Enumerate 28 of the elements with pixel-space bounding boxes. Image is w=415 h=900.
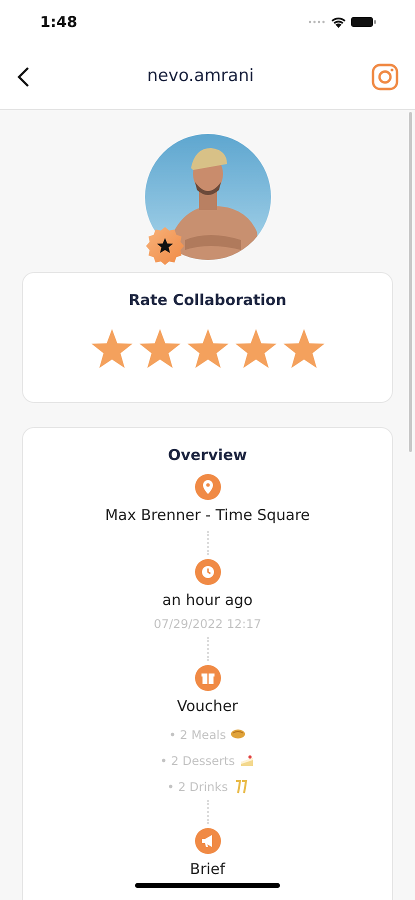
voucher-item-text: • 2 Desserts <box>160 752 235 770</box>
time-icon <box>194 558 220 584</box>
battery-icon <box>351 16 377 28</box>
status-time: 1:48 <box>40 12 78 33</box>
back-icon[interactable] <box>16 66 30 88</box>
wifi-icon <box>330 16 347 28</box>
timestamp-text: 07/29/2022 12:17 <box>154 616 262 633</box>
star-icon[interactable] <box>282 328 326 370</box>
timeline-text: an hour ago <box>162 590 253 610</box>
profile-username: nevo.amrani <box>147 64 254 88</box>
dessert-icon <box>238 753 255 768</box>
rating-title: Rate Collaboration <box>128 290 286 311</box>
location-icon <box>194 474 220 500</box>
star-badge-icon <box>144 226 184 266</box>
voucher-title: Voucher <box>177 696 238 717</box>
star-icon[interactable] <box>186 328 230 370</box>
timeline-text: Max Brenner - Time Square <box>105 505 310 526</box>
voucher-item-text: • 2 Meals <box>168 726 226 744</box>
brief-icon <box>194 828 220 854</box>
voucher-icon <box>194 665 220 691</box>
star-icon[interactable] <box>234 328 278 370</box>
star-icon[interactable] <box>138 328 182 370</box>
voucher-item-text: • 2 Drinks <box>167 778 228 796</box>
signal-icon <box>308 20 326 24</box>
instagram-icon[interactable] <box>371 62 399 90</box>
overview-title: Overview <box>168 444 248 466</box>
timeline-text: Brief <box>190 858 226 880</box>
star-icon[interactable] <box>90 328 134 370</box>
